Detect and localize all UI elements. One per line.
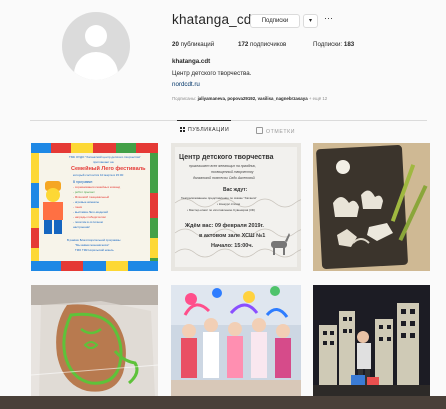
username: khatanga_cdt [172, 12, 256, 27]
avatar-placeholder-head [85, 25, 107, 47]
bottom-strip [0, 396, 446, 409]
svg-text:В программе:: В программе: [73, 180, 93, 184]
lego-festival-poster: ТМК ОУДО "Хатангский центр детского твор… [31, 143, 158, 271]
profile-header: khatanga_cdt Подписки ▾ ··· 20 публикаци… [0, 0, 446, 120]
tab-tagged[interactable]: ОТМЕТКИ [256, 127, 295, 135]
svg-text:- соревнования семейных команд: - соревнования семейных команд [73, 185, 120, 189]
following-stat[interactable]: Подписки: 183 [313, 41, 354, 48]
followers-stat[interactable]: 172 подписчиков [238, 41, 286, 48]
post-thumbnail[interactable]: Центр детского творчества приглашает все… [171, 143, 301, 271]
tag-icon [256, 127, 263, 134]
followed-by[interactable]: Подписаны: jaliyamaneva, popova29192, va… [172, 96, 327, 101]
svg-text:Начало: 15:00ч.: Начало: 15:00ч. [211, 243, 254, 249]
svg-text:Семейный Лего фестиваль: Семейный Лего фестиваль [71, 165, 146, 172]
post-thumbnail[interactable] [171, 285, 301, 398]
svg-text:приглашает всех желающих на пр: приглашает всех желающих на праздник, [189, 164, 256, 168]
decorated-cookies-board [313, 143, 430, 271]
svg-text:• Мастер-класс по изготовлению: • Мастер-класс по изготовлению Сувениров… [187, 208, 255, 212]
svg-text:приглашает на: приглашает на [93, 160, 114, 164]
avatar-placeholder-body [74, 52, 118, 80]
svg-text:ТМК ОУДО "Хатангский центр дет: ТМК ОУДО "Хатангский центр детского твор… [69, 155, 141, 159]
svg-text:- Флэшмоб танцевальный: - Флэшмоб танцевальный [73, 195, 109, 199]
post-thumbnail[interactable] [313, 285, 430, 398]
chevron-down-icon[interactable]: ▾ [303, 14, 318, 28]
bio-text: Центр детского творчества. [172, 70, 252, 77]
svg-text:- игровые комнаты: - игровые комнаты [73, 200, 99, 204]
svg-text:ТМО ТМК Норильский никель: ТМО ТМК Норильский никель [75, 248, 114, 252]
post-thumbnail[interactable] [31, 285, 158, 398]
svg-text:• Конкурс стихов: • Конкурс стихов [217, 202, 240, 206]
svg-text:"Мы живем экономически": "Мы живем экономически" [75, 243, 109, 247]
svg-text:который состоится 10 марта в 1: который состоится 10 марта в 15:00 [73, 173, 124, 177]
more-options-icon[interactable]: ··· [324, 13, 333, 23]
svg-text:Ждём вас: 09 февраля 2019г.: Ждём вас: 09 февраля 2019г. [184, 222, 264, 229]
avatar[interactable] [62, 12, 130, 80]
grid-icon [180, 127, 185, 132]
post-thumbnail[interactable]: ТМК ОУДО "Хатангский центр детского твор… [31, 143, 158, 271]
svg-text:Центр детского творчества: Центр детского творчества [179, 154, 274, 161]
post-thumbnail[interactable] [313, 143, 430, 271]
svg-text:долганской поэтессы Огдо Аксен: долганской поэтессы Огдо Аксеновой. [193, 176, 255, 180]
svg-text:Театрализованное представление: Театрализованное представление по сказке… [181, 196, 257, 200]
svg-text:посвященный творчеству: посвященный творчеству [211, 170, 254, 174]
invitation-poster: Центр детского творчества приглашает все… [171, 143, 301, 271]
green-cookies-in-bag [31, 285, 158, 398]
svg-text:настроении!: настроении! [73, 225, 90, 229]
svg-text:- награды победителям: - награды победителям [73, 215, 106, 219]
svg-text:- выставка Лего-моделей: - выставка Лего-моделей [73, 210, 108, 214]
svg-text:в актовом зале ХСШ №1: в актовом зале ХСШ №1 [199, 233, 265, 239]
svg-text:- робот прыгает: - робот прыгает [73, 190, 95, 194]
svg-text:- посетим в отличном: - посетим в отличном [73, 220, 103, 224]
kids-with-balloons [171, 285, 301, 398]
svg-text:В рамках Благотворительной про: В рамках Благотворительной программы [67, 238, 120, 242]
subscribe-button[interactable]: Подписки [250, 14, 300, 28]
posts-stat: 20 публикаций [172, 41, 215, 48]
svg-text:- гонки: - гонки [73, 205, 82, 209]
full-name: khatanga.cdt [172, 58, 211, 65]
website-link[interactable]: nordcdt.ru [172, 81, 200, 88]
svg-text:Вас ждут:: Вас ждут: [223, 187, 248, 193]
tab-posts[interactable]: ПУБЛИКАЦИИ [180, 127, 229, 133]
active-tab-indicator [177, 120, 231, 121]
city-stage-decoration [313, 285, 430, 398]
